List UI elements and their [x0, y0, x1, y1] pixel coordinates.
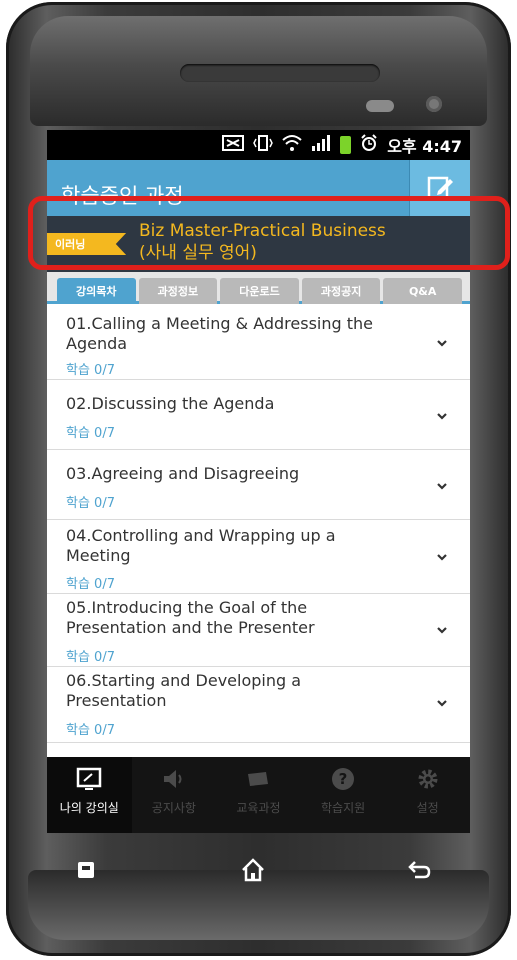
lesson-progress: 학습 0/7	[66, 577, 115, 592]
speaker-icon	[163, 770, 182, 788]
earpiece-speaker	[180, 64, 380, 82]
lesson-title-line2: Presentation	[66, 691, 167, 710]
course-tabs: 강의목차 과정정보 다운로드 과정공지 Q&A	[47, 272, 470, 304]
lesson-list: 01.Calling a Meeting & Addressing the Ag…	[47, 306, 470, 743]
nav-label: 설정	[416, 801, 439, 815]
nav-label: 학습지원	[320, 801, 366, 815]
chevron-down-icon	[437, 413, 447, 420]
lesson-title: 05.Introducing the Goal of the Presentat…	[66, 598, 396, 638]
lesson-title-line1: 02.Discussing the Agenda	[66, 394, 275, 413]
list-item[interactable]: 01.Calling a Meeting & Addressing the Ag…	[47, 306, 470, 380]
lesson-progress: 학습 0/7	[66, 650, 115, 665]
lesson-progress: 학습 0/7	[66, 426, 115, 441]
lesson-title-line1: 04.Controlling and Wrapping up a	[66, 526, 336, 545]
chevron-down-icon	[437, 483, 447, 490]
list-item[interactable]: 06.Starting and Developing a Presentatio…	[47, 667, 470, 743]
status-bar: 오후 4:47	[47, 130, 470, 160]
lesson-progress: 학습 0/7	[66, 496, 115, 511]
gear-icon	[418, 769, 438, 789]
list-item[interactable]: 04.Controlling and Wrapping up a Meeting…	[47, 520, 470, 594]
bottom-navigation: 나의 강의실 공지사항 교육과정 ? 학습지원 설정	[47, 757, 470, 833]
menu-key-icon[interactable]	[72, 856, 100, 884]
lesson-progress: 학습 0/7	[66, 723, 115, 738]
home-key-icon[interactable]	[239, 856, 267, 884]
nav-learning-support[interactable]: ? 학습지원	[301, 757, 386, 833]
chevron-down-icon	[437, 700, 447, 707]
tab-qna[interactable]: Q&A	[383, 278, 462, 304]
hardware-keys	[22, 850, 483, 890]
lesson-title-line2: Presentation and the Presenter	[66, 618, 315, 637]
alarm-icon	[360, 134, 378, 156]
lesson-title-line1: 01.Calling a Meeting & Addressing the	[66, 314, 373, 333]
highlight-box	[28, 196, 510, 270]
phone-top-bezel	[30, 16, 487, 126]
lesson-title-line1: 03.Agreeing and Disagreeing	[66, 464, 300, 483]
proximity-sensor	[366, 100, 394, 112]
svg-text:?: ?	[339, 770, 348, 788]
tab-notice[interactable]: 과정공지	[301, 278, 381, 304]
nav-my-classroom[interactable]: 나의 강의실	[47, 757, 132, 833]
status-time: 오후 4:47	[387, 137, 462, 156]
classroom-icon	[77, 767, 102, 790]
battery-icon	[340, 136, 352, 154]
tab-course-info[interactable]: 과정정보	[138, 278, 218, 304]
front-camera	[426, 96, 442, 112]
nav-settings[interactable]: 설정	[385, 757, 470, 833]
lesson-title: 01.Calling a Meeting & Addressing the Ag…	[66, 314, 396, 354]
lesson-title-line2: Agenda	[66, 334, 128, 353]
nav-label: 나의 강의실	[59, 801, 119, 815]
back-key-icon[interactable]	[405, 856, 433, 884]
nav-courses[interactable]: 교육과정	[216, 757, 301, 833]
wifi-icon	[282, 134, 302, 156]
chevron-down-icon	[437, 340, 447, 347]
lesson-title: 04.Controlling and Wrapping up a Meeting	[66, 526, 396, 566]
chevron-down-icon	[437, 627, 447, 634]
course-icon	[248, 772, 269, 786]
list-item[interactable]: 05.Introducing the Goal of the Presentat…	[47, 594, 470, 667]
help-icon: ?	[332, 768, 355, 790]
chevron-down-icon	[437, 554, 447, 561]
lesson-progress: 학습 0/7	[66, 363, 115, 378]
lesson-title-line1: 06.Starting and Developing a	[66, 671, 302, 690]
tab-contents[interactable]: 강의목차	[57, 278, 136, 304]
nav-label: 교육과정	[236, 801, 281, 815]
lesson-title-line1: 05.Introducing the Goal of the	[66, 598, 308, 617]
list-item[interactable]: 03.Agreeing and Disagreeing 학습 0/7	[47, 450, 470, 520]
tab-download[interactable]: 다운로드	[220, 278, 299, 304]
vibrate-icon	[253, 134, 274, 156]
lesson-title: 06.Starting and Developing a Presentatio…	[66, 671, 396, 711]
lesson-title: 02.Discussing the Agenda	[66, 394, 396, 414]
signal-icon	[311, 134, 331, 156]
list-item[interactable]: 02.Discussing the Agenda 학습 0/7	[47, 380, 470, 450]
lesson-title: 03.Agreeing and Disagreeing	[66, 464, 396, 484]
lesson-title-line2: Meeting	[66, 546, 131, 565]
nav-label: 공지사항	[151, 801, 196, 815]
nav-notice[interactable]: 공지사항	[132, 757, 217, 833]
usb-debug-icon	[222, 134, 245, 156]
